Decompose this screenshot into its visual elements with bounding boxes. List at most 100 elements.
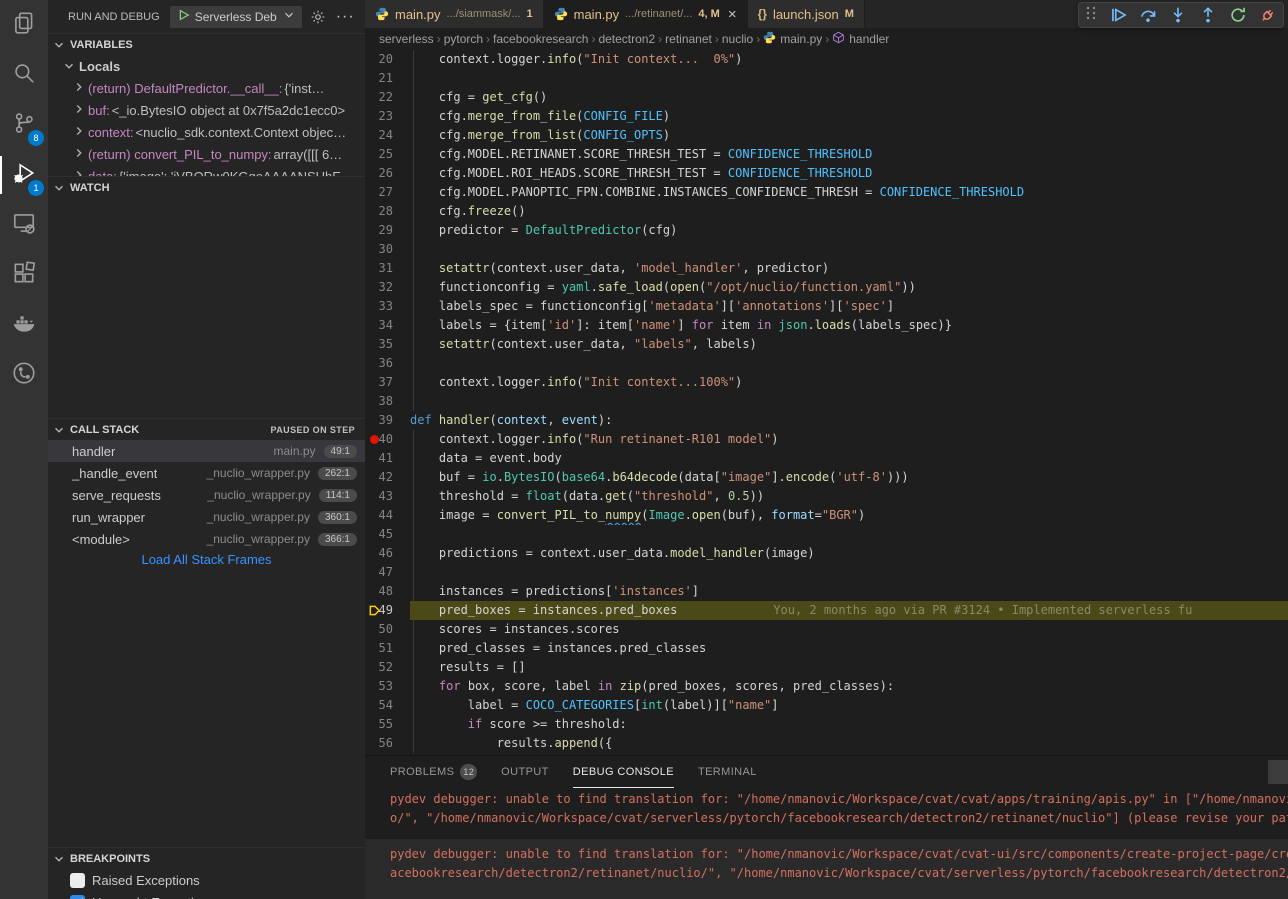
breadcrumb-item-main-py[interactable]: main.py	[763, 31, 822, 47]
gutter-line-53[interactable]: 53	[365, 677, 410, 696]
gutter-line-39[interactable]: 39	[365, 411, 410, 430]
breadcrumb-item-facebookresearch[interactable]: facebookresearch	[493, 32, 588, 46]
gutter-line-43[interactable]: 43	[365, 487, 410, 506]
gutter-line-48[interactable]: 48	[365, 582, 410, 601]
code-line-42[interactable]: buf = io.BytesIO(base64.b64decode(data["…	[410, 468, 1288, 487]
code-line-21[interactable]	[410, 69, 1288, 88]
stack-frame-row[interactable]: _handle_event_nuclio_wrapper.py262:1	[48, 462, 365, 484]
stack-frame-row[interactable]: <module>_nuclio_wrapper.py366:1	[48, 528, 365, 550]
gutter-line-44[interactable]: 44	[365, 506, 410, 525]
gutter-line-33[interactable]: 33	[365, 297, 410, 316]
code-line-34[interactable]: labels = {item['id']: item['name'] for i…	[410, 316, 1288, 335]
panel-tab-debug-console[interactable]: DEBUG CONSOLE	[573, 756, 674, 788]
locals-scope-row[interactable]: Locals	[48, 55, 365, 77]
code-line-53[interactable]: for box, score, label in zip(pred_boxes,…	[410, 677, 1288, 696]
code-line-31[interactable]: setattr(context.user_data, 'model_handle…	[410, 259, 1288, 278]
code-line-44[interactable]: image = convert_PIL_to_numpy(Image.open(…	[410, 506, 1288, 525]
breakpoint-checkbox[interactable]	[70, 873, 85, 888]
activity-item-source-control[interactable]: 8	[0, 100, 48, 150]
breakpoint-checkbox[interactable]	[70, 895, 85, 899]
code-line-25[interactable]: cfg.MODEL.RETINANET.SCORE_THRESH_TEST = …	[410, 145, 1288, 164]
code-line-28[interactable]: cfg.freeze()	[410, 202, 1288, 221]
editor-tab-launch-json[interactable]: {}launch.jsonM	[748, 0, 865, 28]
gutter-line-56[interactable]: 56	[365, 734, 410, 753]
gutter-line-52[interactable]: 52	[365, 658, 410, 677]
code-line-33[interactable]: labels_spec = functionconfig['metadata']…	[410, 297, 1288, 316]
stack-frame-row[interactable]: run_wrapper_nuclio_wrapper.py360:1	[48, 506, 365, 528]
gutter-line-50[interactable]: 50	[365, 620, 410, 639]
activity-item-remote-explorer[interactable]	[0, 200, 48, 250]
gutter-line-30[interactable]: 30	[365, 240, 410, 259]
gutter-line-47[interactable]: 47	[365, 563, 410, 582]
code-line-55[interactable]: if score >= threshold:	[410, 715, 1288, 734]
editor-tab-main-py[interactable]: main.py.../retinanet/...4, M×	[544, 0, 748, 28]
breakpoint-row[interactable]: Raised Exceptions	[48, 869, 365, 891]
code-line-43[interactable]: threshold = float(data.get("threshold", …	[410, 487, 1288, 506]
activity-item-explorer[interactable]	[0, 0, 48, 50]
code-line-24[interactable]: cfg.merge_from_list(CONFIG_OPTS)	[410, 126, 1288, 145]
toolbar-drag-handle[interactable]	[1085, 4, 1097, 27]
gutter-line-51[interactable]: 51	[365, 639, 410, 658]
gutter-line-49[interactable]: 49	[365, 601, 410, 620]
code-line-49[interactable]: pred_boxes = instances.pred_boxesYou, 2 …	[410, 601, 1288, 620]
close-icon[interactable]: ×	[728, 6, 737, 23]
gutter-line-55[interactable]: 55	[365, 715, 410, 734]
call-stack-section-header[interactable]: CALL STACK PAUSED ON STEP	[48, 418, 365, 440]
step-into-button[interactable]	[1169, 6, 1187, 24]
step-over-button[interactable]	[1139, 6, 1157, 24]
code-line-39[interactable]: def handler(context, event):	[410, 411, 1288, 430]
code-line-51[interactable]: pred_classes = instances.pred_classes	[410, 639, 1288, 658]
restart-button[interactable]	[1229, 6, 1247, 24]
panel-tab-terminal[interactable]: TERMINAL	[698, 756, 757, 788]
gutter-line-26[interactable]: 26	[365, 164, 410, 183]
breakpoint-dot[interactable]	[370, 435, 379, 444]
variables-section-header[interactable]: VARIABLES	[48, 33, 365, 55]
watch-section-header[interactable]: WATCH	[48, 176, 365, 198]
gutter-line-37[interactable]: 37	[365, 373, 410, 392]
variable-row[interactable]: (return) convert_PIL_to_numpy: array([[[…	[48, 143, 365, 165]
code-line-20[interactable]: context.logger.info("Init context... 0%"…	[410, 50, 1288, 69]
code-line-36[interactable]	[410, 354, 1288, 373]
code-line-46[interactable]: predictions = context.user_data.model_ha…	[410, 544, 1288, 563]
activity-item-extensions[interactable]	[0, 250, 48, 300]
code-line-47[interactable]	[410, 563, 1288, 582]
console-filter-box[interactable]	[1268, 760, 1288, 784]
gutter-line-45[interactable]: 45	[365, 525, 410, 544]
code-line-26[interactable]: cfg.MODEL.ROI_HEADS.SCORE_THRESH_TEST = …	[410, 164, 1288, 183]
code-line-56[interactable]: results.append({	[410, 734, 1288, 753]
variable-row[interactable]: (return) DefaultPredictor.__call__: {'in…	[48, 77, 365, 99]
activity-item-search[interactable]	[0, 50, 48, 100]
gutter-line-40[interactable]: 40	[365, 430, 410, 449]
gutter-line-28[interactable]: 28	[365, 202, 410, 221]
gutter-line-42[interactable]: 42	[365, 468, 410, 487]
variable-row[interactable]: buf: <_io.BytesIO object at 0x7f5a2dc1ec…	[48, 99, 365, 121]
panel-tab-problems[interactable]: PROBLEMS12	[390, 756, 477, 788]
editor-tab-main-py[interactable]: main.py.../siammask/...1	[365, 0, 544, 28]
code-line-52[interactable]: results = []	[410, 658, 1288, 677]
code-line-29[interactable]: predictor = DefaultPredictor(cfg)	[410, 221, 1288, 240]
code-line-41[interactable]: data = event.body	[410, 449, 1288, 468]
gutter-line-54[interactable]: 54	[365, 696, 410, 715]
breadcrumb-item-retinanet[interactable]: retinanet	[665, 32, 712, 46]
code-line-32[interactable]: functionconfig = yaml.safe_load(open("/o…	[410, 278, 1288, 297]
code-line-30[interactable]	[410, 240, 1288, 259]
gutter-line-41[interactable]: 41	[365, 449, 410, 468]
breadcrumb-item-nuclio[interactable]: nuclio	[722, 32, 753, 46]
gutter-line-31[interactable]: 31	[365, 259, 410, 278]
gutter-line-22[interactable]: 22	[365, 88, 410, 107]
code-line-27[interactable]: cfg.MODEL.PANOPTIC_FPN.COMBINE.INSTANCES…	[410, 183, 1288, 202]
gutter-line-24[interactable]: 24	[365, 126, 410, 145]
code-line-54[interactable]: label = COCO_CATEGORIES[int(label)]["nam…	[410, 696, 1288, 715]
disconnect-button[interactable]	[1259, 6, 1277, 24]
activity-item-docker[interactable]	[0, 300, 48, 350]
more-actions-icon[interactable]: ···	[336, 8, 355, 26]
code-line-37[interactable]: context.logger.info("Init context...100%…	[410, 373, 1288, 392]
breakpoints-section-header[interactable]: BREAKPOINTS	[48, 847, 365, 869]
launch-config-dropdown[interactable]: Serverless Debu	[170, 6, 302, 28]
code-line-22[interactable]: cfg = get_cfg()	[410, 88, 1288, 107]
stack-frame-row[interactable]: handlermain.py49:1	[48, 440, 365, 462]
code-line-50[interactable]: scores = instances.scores	[410, 620, 1288, 639]
gutter-line-23[interactable]: 23	[365, 107, 410, 126]
continue-button[interactable]	[1109, 6, 1127, 24]
load-all-stack-frames-link[interactable]: Load All Stack Frames	[48, 552, 365, 567]
